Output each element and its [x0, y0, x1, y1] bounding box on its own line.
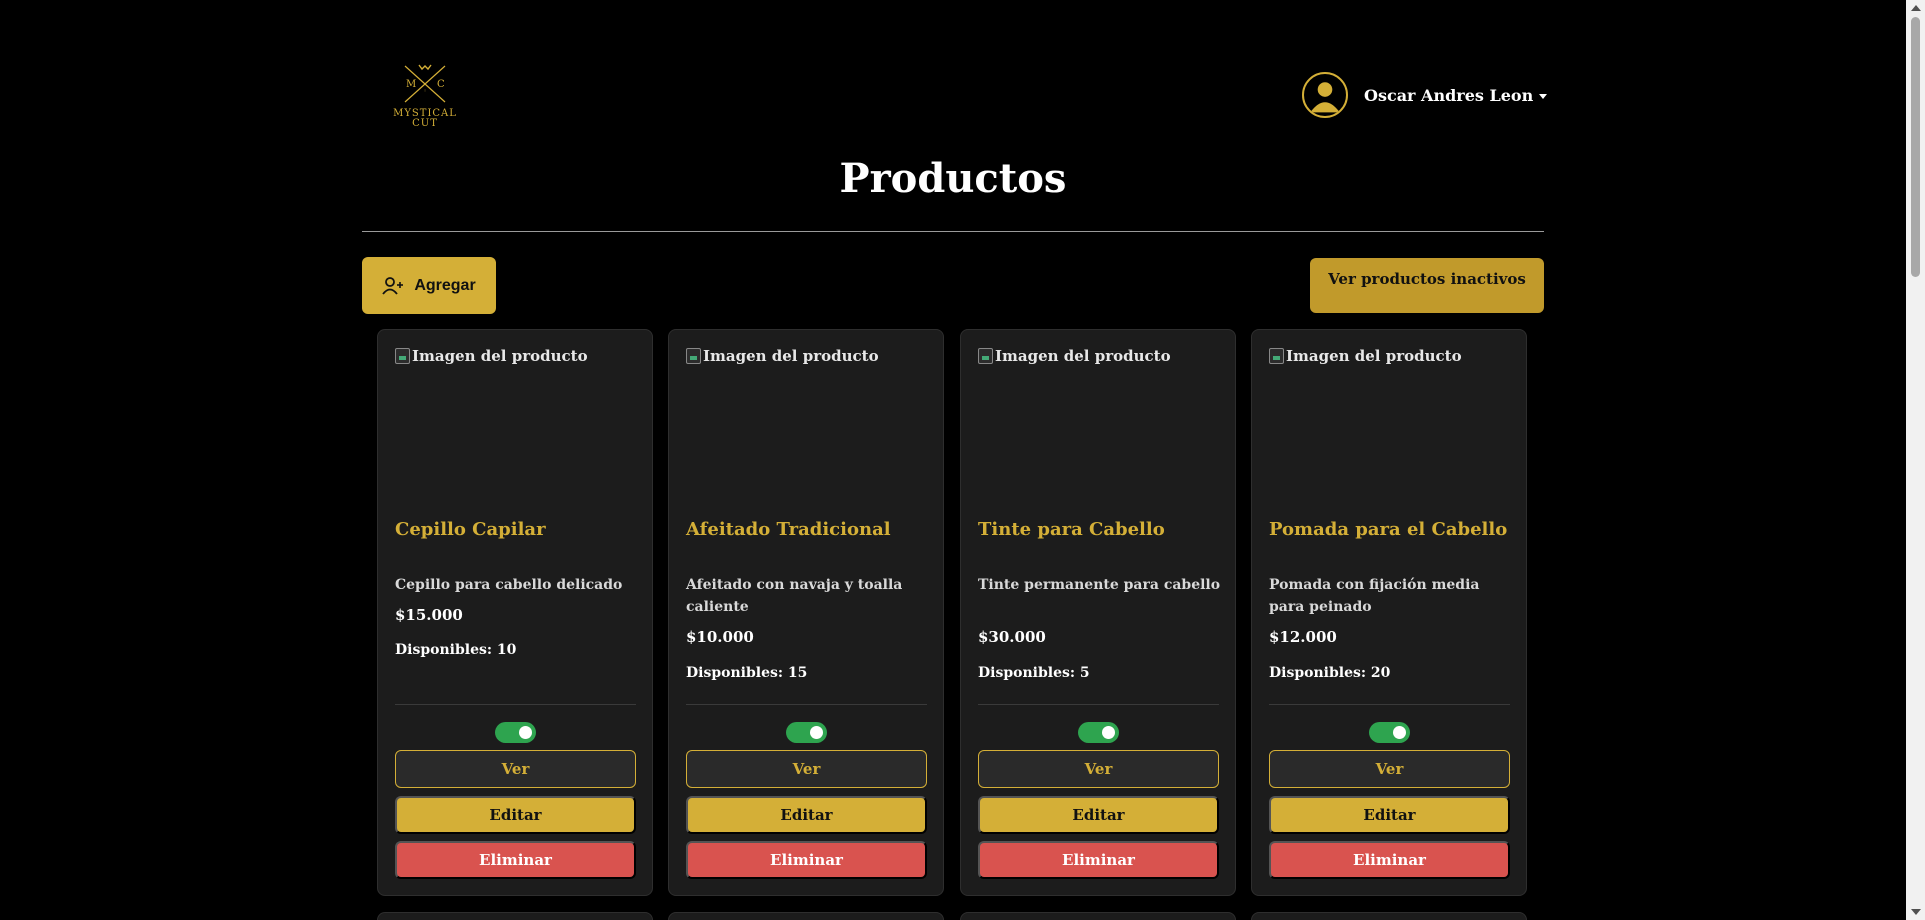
broken-image-icon	[978, 348, 993, 364]
card-divider	[686, 704, 927, 705]
brand-logo[interactable]: | M C MYSTICAL CUT	[385, 62, 465, 132]
product-name: Afeitado Tradicional	[686, 519, 891, 540]
user-menu[interactable]: Oscar Andres Leon	[1302, 71, 1548, 119]
card-divider	[1269, 704, 1510, 705]
logo-emblem-icon: | M C MYSTICAL CUT	[393, 64, 456, 129]
product-image-alt: Imagen del producto	[1286, 347, 1462, 365]
product-card	[377, 912, 653, 920]
scroll-up-icon[interactable]	[1911, 5, 1921, 11]
product-price: $12.000	[1269, 628, 1337, 646]
svg-text:|: |	[424, 88, 425, 92]
chevron-down-icon[interactable]	[1539, 93, 1548, 99]
edit-button[interactable]: Editar	[686, 796, 927, 834]
scrollbar[interactable]	[1906, 0, 1925, 920]
scroll-down-icon[interactable]	[1911, 909, 1921, 915]
delete-button[interactable]: Eliminar	[395, 841, 636, 879]
page: | M C MYSTICAL CUT Oscar Andres Leon Pro…	[0, 0, 1906, 920]
product-stock: Disponibles: 10	[395, 642, 517, 658]
active-toggle[interactable]	[495, 722, 536, 743]
delete-button[interactable]: Eliminar	[1269, 841, 1510, 879]
product-card: Imagen del producto Tinte para Cabello T…	[960, 329, 1236, 896]
product-price: $10.000	[686, 628, 754, 646]
user-name[interactable]: Oscar Andres Leon	[1364, 86, 1533, 105]
user-avatar-icon	[1310, 82, 1340, 113]
view-button[interactable]: Ver	[395, 750, 636, 788]
product-price: $30.000	[978, 628, 1046, 646]
product-card: Imagen del producto Pomada para el Cabel…	[1251, 329, 1527, 896]
product-image: Imagen del producto	[395, 347, 588, 477]
delete-button[interactable]: Eliminar	[978, 841, 1219, 879]
title-divider	[362, 231, 1544, 232]
view-button[interactable]: Ver	[1269, 750, 1510, 788]
active-toggle[interactable]	[786, 722, 827, 743]
active-toggle[interactable]	[1369, 722, 1410, 743]
broken-image-icon	[395, 348, 410, 364]
product-name: Pomada para el Cabello	[1269, 519, 1508, 540]
view-button[interactable]: Ver	[978, 750, 1219, 788]
card-divider	[978, 704, 1219, 705]
broken-image-icon	[686, 348, 701, 364]
avatar[interactable]	[1302, 72, 1348, 118]
product-stock: Disponibles: 15	[686, 665, 808, 681]
product-card	[960, 912, 1236, 920]
broken-image-icon	[1269, 348, 1284, 364]
product-image: Imagen del producto	[686, 347, 879, 477]
product-card	[1251, 912, 1527, 920]
scrollbar-thumb[interactable]	[1911, 17, 1920, 277]
edit-button[interactable]: Editar	[1269, 796, 1510, 834]
add-user-icon	[382, 276, 404, 295]
product-stock: Disponibles: 5	[978, 665, 1090, 681]
logo-line2: CUT	[412, 118, 438, 129]
view-inactive-products-button[interactable]: Ver productos inactivos	[1310, 258, 1544, 313]
active-toggle[interactable]	[1078, 722, 1119, 743]
product-description: Afeitado con navaja y toalla caliente	[686, 577, 903, 615]
product-stock: Disponibles: 20	[1269, 665, 1391, 681]
product-card: Imagen del producto Cepillo Capilar Cepi…	[377, 329, 653, 896]
edit-button[interactable]: Editar	[395, 796, 636, 834]
product-card: Imagen del producto Afeitado Tradicional…	[668, 329, 944, 896]
logo-initial-left: M	[406, 79, 416, 90]
card-divider	[395, 704, 636, 705]
add-product-button[interactable]: Agregar	[362, 257, 496, 314]
logo-initial-right: C	[437, 79, 445, 90]
product-image-alt: Imagen del producto	[412, 347, 588, 365]
product-name: Cepillo Capilar	[395, 519, 546, 540]
page-title: Productos	[839, 155, 1067, 202]
product-description: Pomada con fijación media para peinado	[1269, 577, 1480, 615]
view-button[interactable]: Ver	[686, 750, 927, 788]
add-button-label: Agregar	[414, 276, 476, 294]
product-image-alt: Imagen del producto	[995, 347, 1171, 365]
product-card	[668, 912, 944, 920]
product-description: Tinte permanente para cabello	[978, 577, 1221, 593]
product-description: Cepillo para cabello delicado	[395, 577, 623, 593]
product-price: $15.000	[395, 606, 463, 624]
product-image-alt: Imagen del producto	[703, 347, 879, 365]
product-name: Tinte para Cabello	[978, 519, 1165, 540]
product-image: Imagen del producto	[1269, 347, 1462, 477]
edit-button[interactable]: Editar	[978, 796, 1219, 834]
delete-button[interactable]: Eliminar	[686, 841, 927, 879]
product-image: Imagen del producto	[978, 347, 1171, 477]
